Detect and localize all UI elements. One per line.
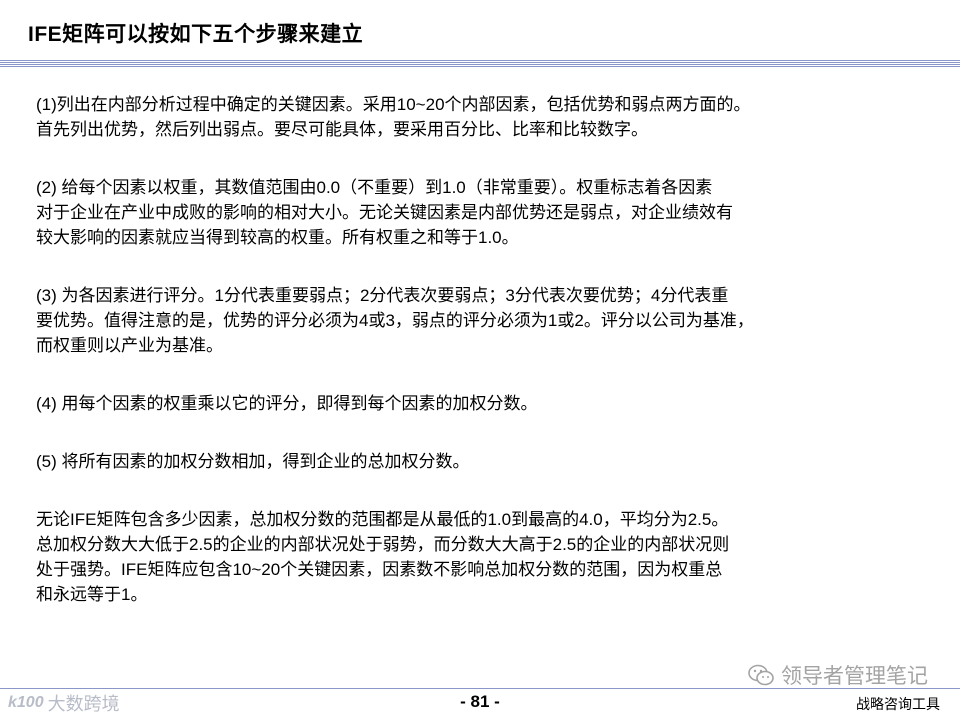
summary-paragraph: 无论IFE矩阵包含多少因素，总加权分数的范围都是从最低的1.0到最高的4.0，平… [36, 510, 730, 604]
watermark-text: 领导者管理笔记 [781, 665, 928, 688]
content-body: (1)列出在内部分析过程中确定的关键因素。采用10~20个内部因素，包括优势和弱… [36, 92, 936, 640]
wechat-icon [747, 663, 775, 687]
watermark: 领导者管理笔记 [747, 660, 928, 690]
step-4-paragraph: (4) 用每个因素的权重乘以它的评分，即得到每个因素的加权分数。 [36, 394, 538, 413]
step-1-paragraph: (1)列出在内部分析过程中确定的关键因素。采用10~20个内部因素，包括优势和弱… [36, 95, 751, 139]
page-number: - 81 - [460, 692, 500, 711]
step-5-paragraph: (5) 将所有因素的加权分数相加，得到企业的总加权分数。 [36, 452, 470, 471]
title-divider [0, 60, 960, 68]
footer-divider [0, 688, 960, 689]
step-3-paragraph: (3) 为各因素进行评分。1分代表重要弱点；2分代表次要弱点；3分代表次要优势；… [36, 286, 754, 355]
slide-title: IFE矩阵可以按如下五个步骤来建立 [28, 23, 364, 46]
footer-label: 战略咨询工具 [856, 696, 940, 712]
step-2-paragraph: (2) 给每个因素以权重，其数值范围由0.0（不重要）到1.0（非常重要）。权重… [36, 178, 733, 247]
